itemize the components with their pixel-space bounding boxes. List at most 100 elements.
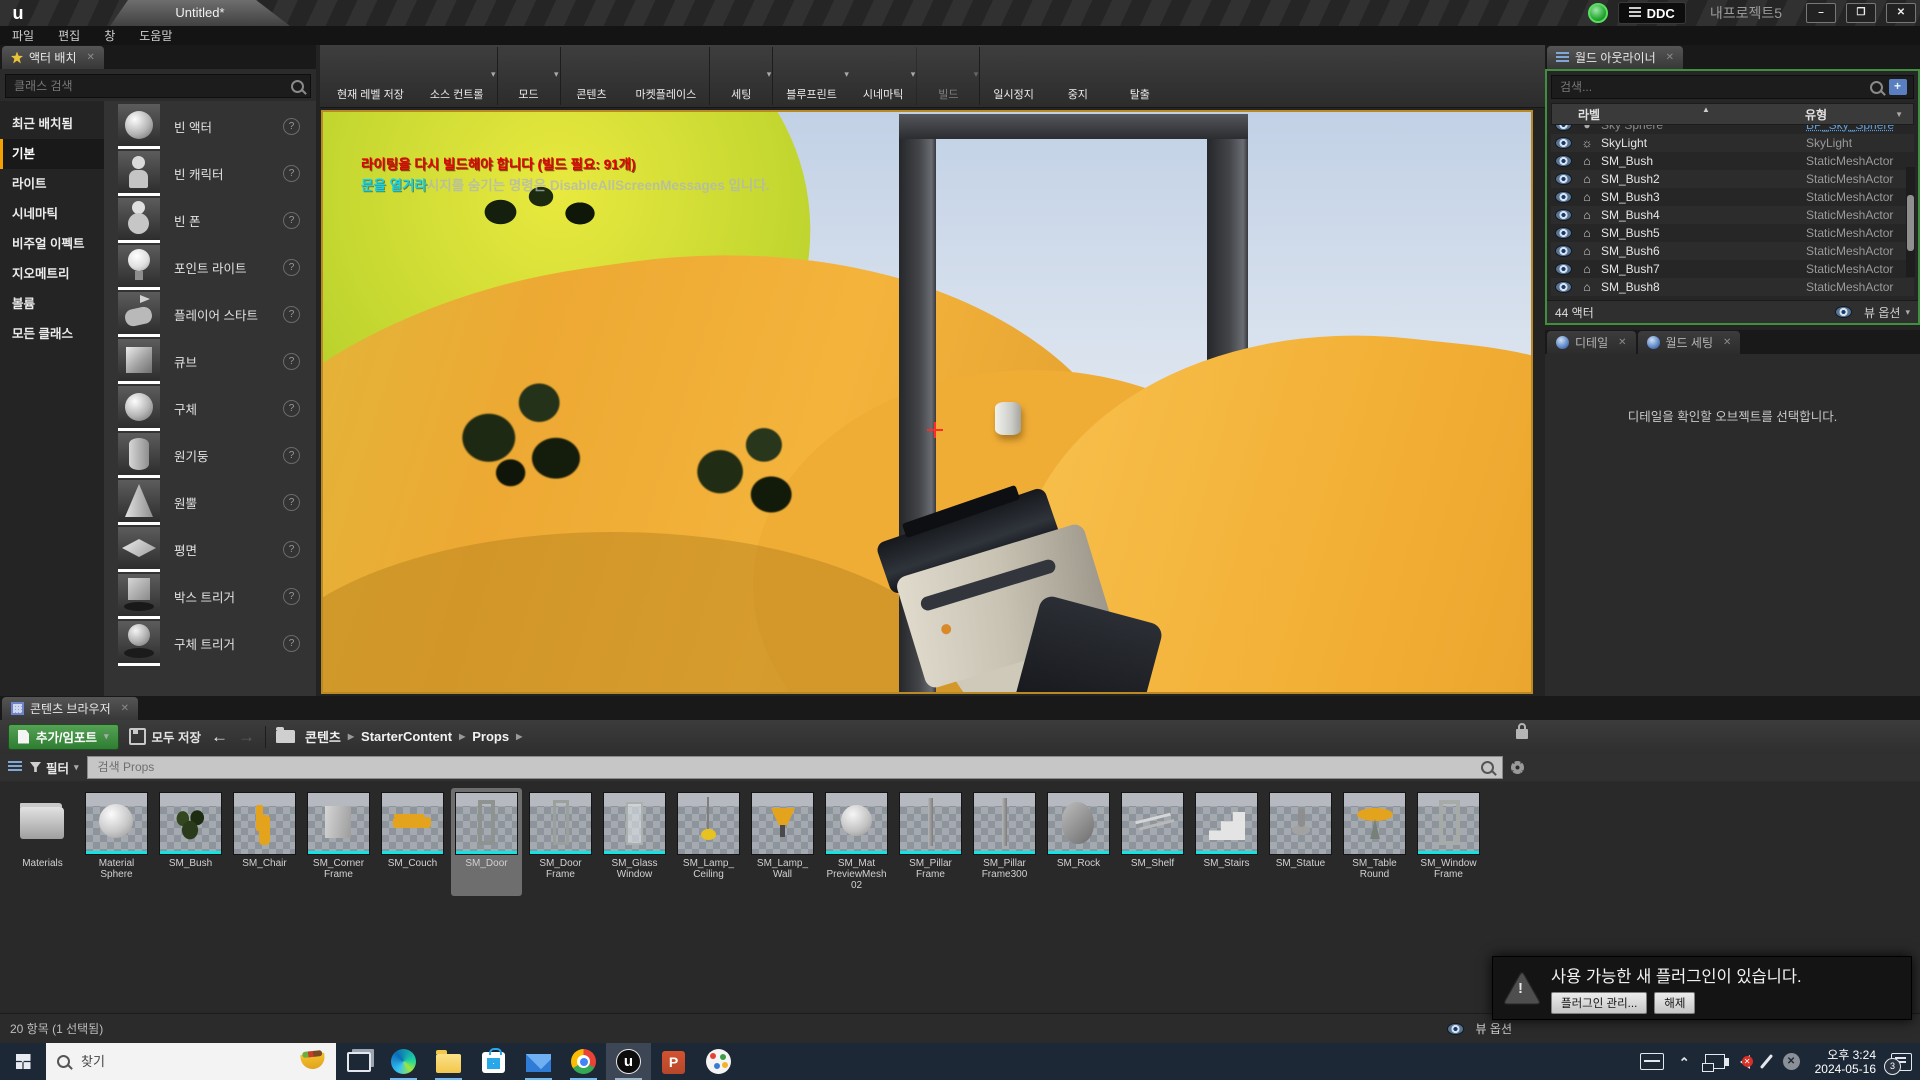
toolbar-button[interactable]: 중지 <box>1047 47 1109 105</box>
filter-button[interactable]: 필터 ▾ <box>30 758 79 777</box>
breadcrumb-item[interactable]: StarterContent <box>361 729 465 744</box>
toolbar-button[interactable]: 블루프린트 <box>772 47 850 105</box>
outliner-row[interactable]: SM_Bush6 StaticMeshActor <box>1551 242 1914 260</box>
tab-world-outliner[interactable]: 월드 아웃라이너 ✕ <box>1547 46 1683 69</box>
visibility-eye-icon[interactable] <box>1555 125 1572 131</box>
taskbar-app-button[interactable] <box>426 1043 471 1080</box>
placeable-actor[interactable]: 구체 <box>118 385 316 432</box>
visibility-eye-icon[interactable] <box>1555 137 1572 149</box>
taskbar-search-input[interactable] <box>79 1053 292 1070</box>
class-search-input[interactable] <box>12 78 285 94</box>
toolbar-button[interactable]: 소스 컨트롤 <box>417 47 497 105</box>
view-settings-icon[interactable] <box>1511 761 1524 774</box>
lock-icon[interactable] <box>1516 729 1528 739</box>
outliner-row[interactable]: SM_Bush2 StaticMeshActor <box>1551 170 1914 188</box>
menu-item[interactable]: 도움말 <box>127 27 184 44</box>
asset-tile[interactable]: SM_Pillar Frame <box>895 788 966 896</box>
notification-button[interactable]: 해제 <box>1654 992 1695 1014</box>
visibility-eye-icon[interactable] <box>1555 263 1572 275</box>
minimize-button[interactable]: – <box>1806 3 1836 23</box>
breadcrumb-item[interactable]: Props <box>472 729 522 744</box>
touch-keyboard-icon[interactable] <box>1640 1053 1664 1070</box>
toolbar-button[interactable]: 마켓플레이스 <box>623 47 710 105</box>
back-button[interactable]: ← <box>211 727 228 747</box>
help-icon[interactable] <box>283 541 300 558</box>
asset-tile[interactable]: SM_Window Frame <box>1413 788 1484 896</box>
outliner-row[interactable]: Sky Sphere BP_Sky_Sphere <box>1551 125 1914 134</box>
help-icon[interactable] <box>283 635 300 652</box>
outliner-search-input[interactable] <box>1558 79 1864 95</box>
details-tab[interactable]: 디테일 ✕ <box>1547 331 1636 354</box>
help-icon[interactable] <box>283 259 300 276</box>
taskbar-app-button[interactable]: u <box>606 1043 651 1080</box>
toolbar-button[interactable]: 콘텐츠 <box>560 47 623 105</box>
toolbar-button[interactable]: 빌드 <box>916 47 979 105</box>
outliner-row[interactable]: SM_Bush5 StaticMeshActor <box>1551 224 1914 242</box>
pen-icon[interactable] <box>1759 1054 1772 1069</box>
asset-tile[interactable]: SM_Corner Frame <box>303 788 374 896</box>
toolbar-button[interactable]: 탈출 <box>1109 47 1171 105</box>
taskbar-app-button[interactable] <box>381 1043 426 1080</box>
outliner-row[interactable]: SM_Bush StaticMeshActor <box>1551 152 1914 170</box>
outliner-scrollbar[interactable] <box>1906 167 1915 277</box>
placeable-actor[interactable]: 원뿔 <box>118 479 316 526</box>
asset-search-box[interactable] <box>87 756 1503 779</box>
start-button[interactable] <box>0 1043 46 1080</box>
asset-tile[interactable]: Material Sphere <box>81 788 152 896</box>
outliner-view-options[interactable]: 뷰 옵션 ▾ <box>1831 304 1910 321</box>
details-tab[interactable]: 월드 세팅 ✕ <box>1638 331 1741 354</box>
close-icon[interactable]: ✕ <box>87 52 95 63</box>
tab-place-actors[interactable]: 액터 배치 ✕ <box>2 46 104 69</box>
asset-search-input[interactable] <box>96 759 1481 775</box>
asset-tile[interactable]: SM_Mat PreviewMesh 02 <box>821 788 892 896</box>
menu-item[interactable]: 편집 <box>46 27 92 44</box>
taskbar-app-button[interactable] <box>696 1043 741 1080</box>
network-icon[interactable] <box>1705 1054 1725 1069</box>
level-viewport[interactable]: 라이팅을 다시 빌드해야 합니다 (빌드 필요: 91개) 문을 열거라시지를 … <box>321 110 1533 694</box>
actor-category[interactable]: 기본 <box>0 139 104 169</box>
sources-panel-icon[interactable] <box>8 761 22 773</box>
taskbar-search-box[interactable] <box>46 1043 336 1080</box>
help-icon[interactable] <box>283 447 300 464</box>
asset-tile[interactable]: SM_Statue <box>1265 788 1336 896</box>
close-icon[interactable]: ✕ <box>1723 337 1731 348</box>
actor-category[interactable]: 최근 배치됨 <box>0 109 104 139</box>
notification-button[interactable]: 플러그인 관리... <box>1551 992 1647 1014</box>
volume-muted-icon[interactable] <box>1740 1055 1750 1069</box>
column-label[interactable]: 라벨 <box>1552 106 1805 123</box>
add-import-button[interactable]: 추가/임포트 ▾ <box>8 724 119 750</box>
ddc-button[interactable]: DDC <box>1618 2 1686 24</box>
close-icon[interactable]: ✕ <box>1618 337 1626 348</box>
taskbar-clock[interactable]: 오후 3:24 2024-05-16 <box>1815 1048 1876 1076</box>
level-tab[interactable]: Untitled* <box>110 0 290 26</box>
taskbar-app-button[interactable] <box>471 1043 516 1080</box>
outliner-row[interactable]: SkyLight SkyLight <box>1551 134 1914 152</box>
asset-tile[interactable]: SM_Door <box>451 788 522 896</box>
placeable-actor[interactable]: 박스 트리거 <box>118 573 316 620</box>
help-icon[interactable] <box>283 400 300 417</box>
create-folder-icon[interactable] <box>1889 79 1907 95</box>
toolbar-button[interactable]: 현재 레벨 저장 <box>324 47 417 105</box>
menu-item[interactable]: 파일 <box>0 27 46 44</box>
asset-tile[interactable]: SM_Stairs <box>1191 788 1262 896</box>
asset-tile[interactable]: SM_Pillar Frame300 <box>969 788 1040 896</box>
toolbar-button[interactable]: 세팅 <box>709 47 772 105</box>
launch-orb-icon[interactable] <box>1588 3 1608 23</box>
actor-category[interactable]: 모든 클래스 <box>0 319 104 349</box>
outliner-row[interactable]: SM_Bush4 StaticMeshActor <box>1551 206 1914 224</box>
placeable-actor[interactable]: 빈 폰 <box>118 197 316 244</box>
close-icon[interactable]: ✕ <box>121 703 129 714</box>
taskbar-app-button[interactable] <box>516 1043 561 1080</box>
placeable-actor[interactable]: 큐브 <box>118 338 316 385</box>
asset-tile[interactable]: SM_Shelf <box>1117 788 1188 896</box>
outliner-row[interactable]: SM_Bush8 StaticMeshActor <box>1551 278 1914 296</box>
visibility-eye-icon[interactable] <box>1555 191 1572 203</box>
asset-tile[interactable]: SM_Glass Window <box>599 788 670 896</box>
forward-button[interactable]: → <box>238 727 255 747</box>
outliner-search-box[interactable] <box>1551 75 1914 99</box>
visibility-eye-icon[interactable] <box>1555 227 1572 239</box>
help-icon[interactable] <box>283 165 300 182</box>
cb-view-options[interactable]: 뷰 옵션 <box>1443 1020 1512 1037</box>
placeable-actor[interactable]: 구체 트리거 <box>118 620 316 667</box>
toolbar-button[interactable]: 일시정지 <box>979 47 1046 105</box>
